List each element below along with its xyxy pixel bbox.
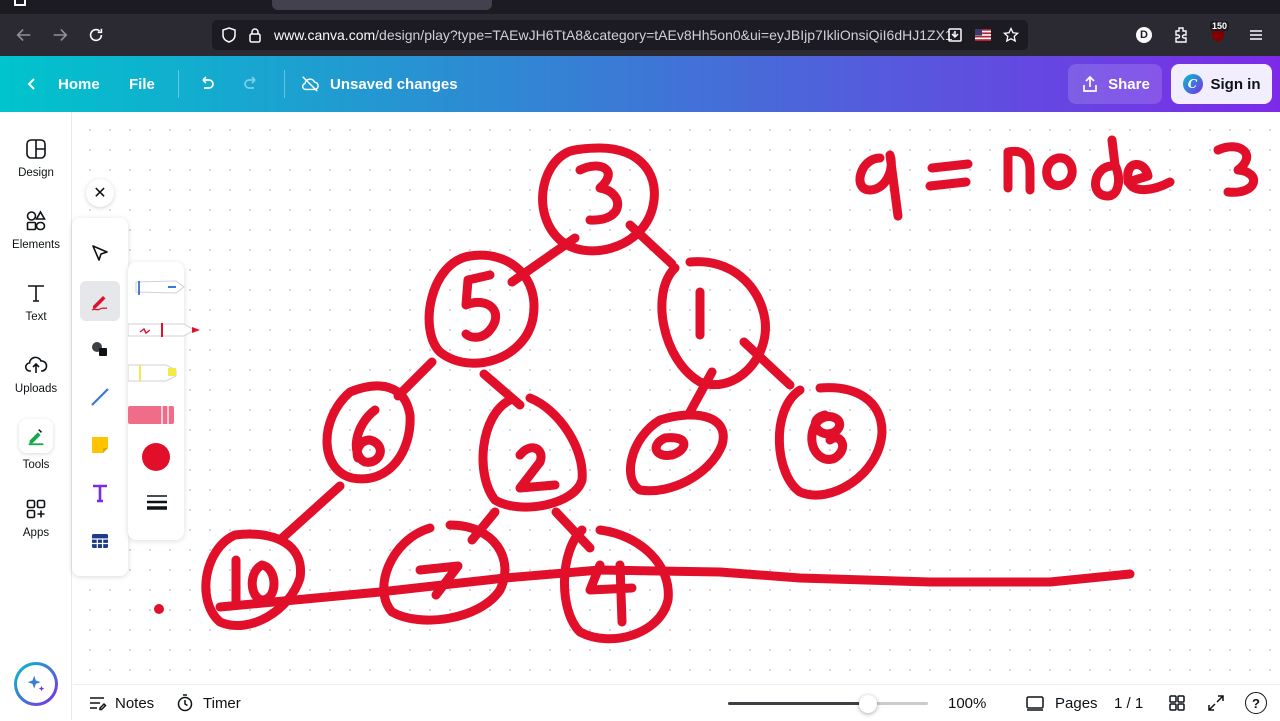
sticky-note-icon[interactable] [80, 425, 120, 465]
file-menu-button[interactable]: File [129, 56, 155, 112]
table-icon[interactable] [80, 521, 120, 561]
close-draw-panel-button[interactable]: ✕ [86, 179, 114, 207]
apps-icon [26, 499, 46, 519]
zoom-slider-fill [728, 702, 868, 705]
text-icon [28, 285, 44, 302]
rail-label-text: Text [25, 311, 47, 323]
tools-icon-bg [19, 419, 53, 453]
pages-button[interactable]: Pages [1025, 685, 1098, 721]
grid-view-icon[interactable] [1167, 685, 1187, 721]
cloud-off-icon [301, 76, 319, 92]
design-icon [26, 139, 46, 159]
timer-button[interactable]: Timer [175, 685, 241, 721]
back-icon[interactable] [6, 14, 42, 56]
help-button[interactable]: ? [1245, 692, 1267, 714]
sparkle-icon [27, 675, 45, 692]
home-button[interactable]: Home [22, 56, 100, 112]
rail-label-uploads: Uploads [14, 383, 58, 395]
text-tool-icon[interactable] [80, 473, 120, 513]
url-text[interactable]: www.canva.com/design/play?type=TAEwJH6Tt… [274, 27, 954, 43]
download-page-icon[interactable] [946, 26, 964, 44]
timer-label: Timer [203, 694, 241, 712]
pen-icon[interactable] [80, 281, 120, 321]
stroke-weight-icon[interactable] [145, 490, 169, 514]
header-divider [284, 70, 285, 98]
share-upload-icon [1083, 75, 1097, 92]
shapes-icon[interactable] [80, 329, 120, 369]
profile-avatar[interactable]: D [1136, 27, 1152, 43]
rail-item-tools[interactable]: Tools [0, 410, 72, 480]
pages-icon [1026, 696, 1044, 711]
sign-in-label: Sign in [1210, 75, 1261, 93]
select-arrow-icon[interactable] [80, 233, 120, 273]
line-icon[interactable] [80, 377, 120, 417]
extension-badge: 150 [1210, 21, 1230, 31]
notes-icon [90, 697, 107, 711]
redo-icon[interactable] [242, 56, 262, 112]
rail-item-text[interactable]: Text [0, 267, 72, 337]
timer-icon [177, 694, 193, 712]
rail-label-design: Design [18, 167, 54, 179]
pen-options-panel [127, 262, 200, 540]
side-panel-rail: Design Elements Text Uploads Tools Apps [0, 112, 72, 720]
zoom-value[interactable]: 100% [948, 685, 986, 721]
notes-button[interactable]: Notes [87, 685, 154, 721]
tracking-shield-icon[interactable] [220, 26, 238, 44]
tab-overview-icon[interactable] [14, 0, 26, 6]
undo-icon[interactable] [196, 56, 216, 112]
rail-item-elements[interactable]: Elements [0, 195, 72, 265]
save-status-label: Unsaved changes [330, 75, 458, 93]
pen-color-swatch[interactable] [142, 443, 170, 471]
sign-in-button[interactable]: C Sign in [1171, 64, 1272, 104]
fullscreen-icon[interactable] [1206, 685, 1226, 721]
browser-tab-active[interactable] [272, 0, 492, 10]
extensions-icon[interactable] [1171, 25, 1191, 45]
save-status[interactable]: Unsaved changes [300, 56, 458, 112]
share-label: Share [1108, 75, 1150, 93]
canva-logo-icon: C [1182, 74, 1203, 94]
notes-label: Notes [115, 694, 155, 712]
lock-icon[interactable] [246, 26, 264, 44]
eraser-option[interactable] [128, 394, 208, 434]
chevron-left-icon [27, 78, 35, 90]
rail-label-tools: Tools [22, 459, 50, 471]
editor-header: Home File Unsaved changes Share C Sign i… [0, 56, 1280, 112]
header-divider [178, 70, 179, 98]
url-bar[interactable]: www.canva.com/design/play?type=TAEwJH6Tt… [212, 20, 1028, 50]
bookmark-star-icon[interactable] [1002, 26, 1020, 44]
uploads-icon [24, 356, 48, 373]
page-counter: 1 / 1 [1114, 694, 1144, 712]
pen-option-highlighter[interactable] [127, 352, 208, 392]
bottom-bar: Notes Timer 100% Pages 1 / 1 ? [73, 684, 1280, 720]
rail-item-uploads[interactable]: Uploads [0, 339, 72, 409]
magic-assistant-button[interactable] [14, 662, 58, 706]
rail-item-design[interactable]: Design [0, 123, 72, 193]
design-canvas[interactable] [73, 112, 1280, 684]
elements-icon [26, 210, 46, 231]
rail-item-apps[interactable]: Apps [0, 483, 72, 553]
forward-icon[interactable] [42, 14, 78, 56]
draw-toolbar [72, 218, 128, 576]
us-flag-icon[interactable] [974, 26, 992, 44]
zoom-slider-handle[interactable] [859, 695, 877, 713]
share-button[interactable]: Share [1068, 64, 1162, 104]
browser-tabstrip [0, 0, 1280, 14]
zoom-slider[interactable] [728, 695, 928, 713]
pen-option-marker[interactable] [127, 310, 208, 350]
reload-icon[interactable] [78, 14, 114, 56]
home-label: Home [58, 75, 100, 93]
rail-label-elements: Elements [12, 239, 60, 251]
pages-label: Pages [1055, 694, 1098, 712]
tools-icon [28, 429, 44, 446]
pen-option-fine[interactable] [128, 268, 208, 308]
browser-toolbar: www.canva.com/design/play?type=TAEwJH6Tt… [0, 14, 1280, 56]
rail-label-apps: Apps [22, 527, 50, 539]
app-menu-icon[interactable] [1246, 25, 1266, 45]
